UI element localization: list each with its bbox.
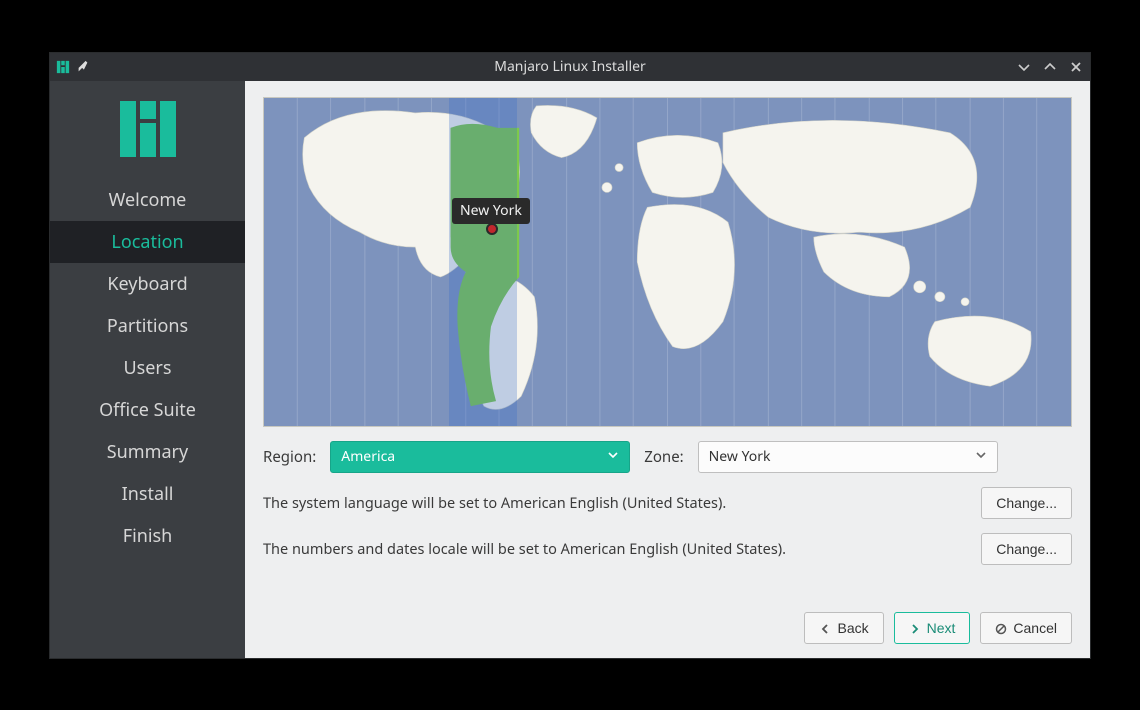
close-button[interactable]	[1068, 59, 1084, 75]
manjaro-logo	[118, 99, 178, 159]
map-city-label: New York	[452, 198, 530, 224]
sidebar-step-keyboard[interactable]: Keyboard	[50, 263, 245, 305]
zone-select[interactable]: New York	[698, 441, 998, 473]
map-pin-icon	[486, 223, 498, 235]
region-label: Region:	[263, 447, 316, 467]
installer-window: Manjaro Linux Installer	[50, 53, 1090, 658]
cancel-button[interactable]: Cancel	[980, 612, 1072, 644]
timezone-map[interactable]: New York	[263, 97, 1072, 427]
sidebar-step-welcome[interactable]: Welcome	[50, 179, 245, 221]
next-button[interactable]: Next	[894, 612, 971, 644]
region-value: America	[341, 447, 395, 466]
sidebar-step-users[interactable]: Users	[50, 347, 245, 389]
sidebar-step-summary[interactable]: Summary	[50, 431, 245, 473]
minimize-button[interactable]	[1016, 59, 1032, 75]
sidebar-step-office-suite[interactable]: Office Suite	[50, 389, 245, 431]
titlebar: Manjaro Linux Installer	[50, 53, 1090, 81]
sidebar-step-install[interactable]: Install	[50, 473, 245, 515]
language-notice: The system language will be set to Ameri…	[263, 493, 726, 513]
maximize-button[interactable]	[1042, 59, 1058, 75]
pin-icon[interactable]	[76, 60, 90, 74]
sidebar-step-finish[interactable]: Finish	[50, 515, 245, 557]
zone-value: New York	[709, 447, 771, 466]
window-title: Manjaro Linux Installer	[494, 57, 646, 76]
chevron-left-icon	[819, 622, 831, 634]
app-icon	[56, 60, 70, 74]
back-button[interactable]: Back	[804, 612, 883, 644]
cancel-icon	[995, 622, 1007, 634]
chevron-right-icon	[909, 622, 921, 634]
region-select[interactable]: America	[330, 441, 630, 473]
chevron-down-icon	[975, 447, 987, 466]
change-language-button[interactable]: Change...	[981, 487, 1072, 519]
sidebar-step-location[interactable]: Location	[50, 221, 245, 263]
locale-notice: The numbers and dates locale will be set…	[263, 539, 786, 559]
zone-label: Zone:	[644, 447, 683, 467]
content-area: New York Region: America Zone: New York	[245, 81, 1090, 658]
chevron-down-icon	[607, 447, 619, 466]
sidebar-step-partitions[interactable]: Partitions	[50, 305, 245, 347]
sidebar: WelcomeLocationKeyboardPartitionsUsersOf…	[50, 81, 245, 658]
change-locale-button[interactable]: Change...	[981, 533, 1072, 565]
